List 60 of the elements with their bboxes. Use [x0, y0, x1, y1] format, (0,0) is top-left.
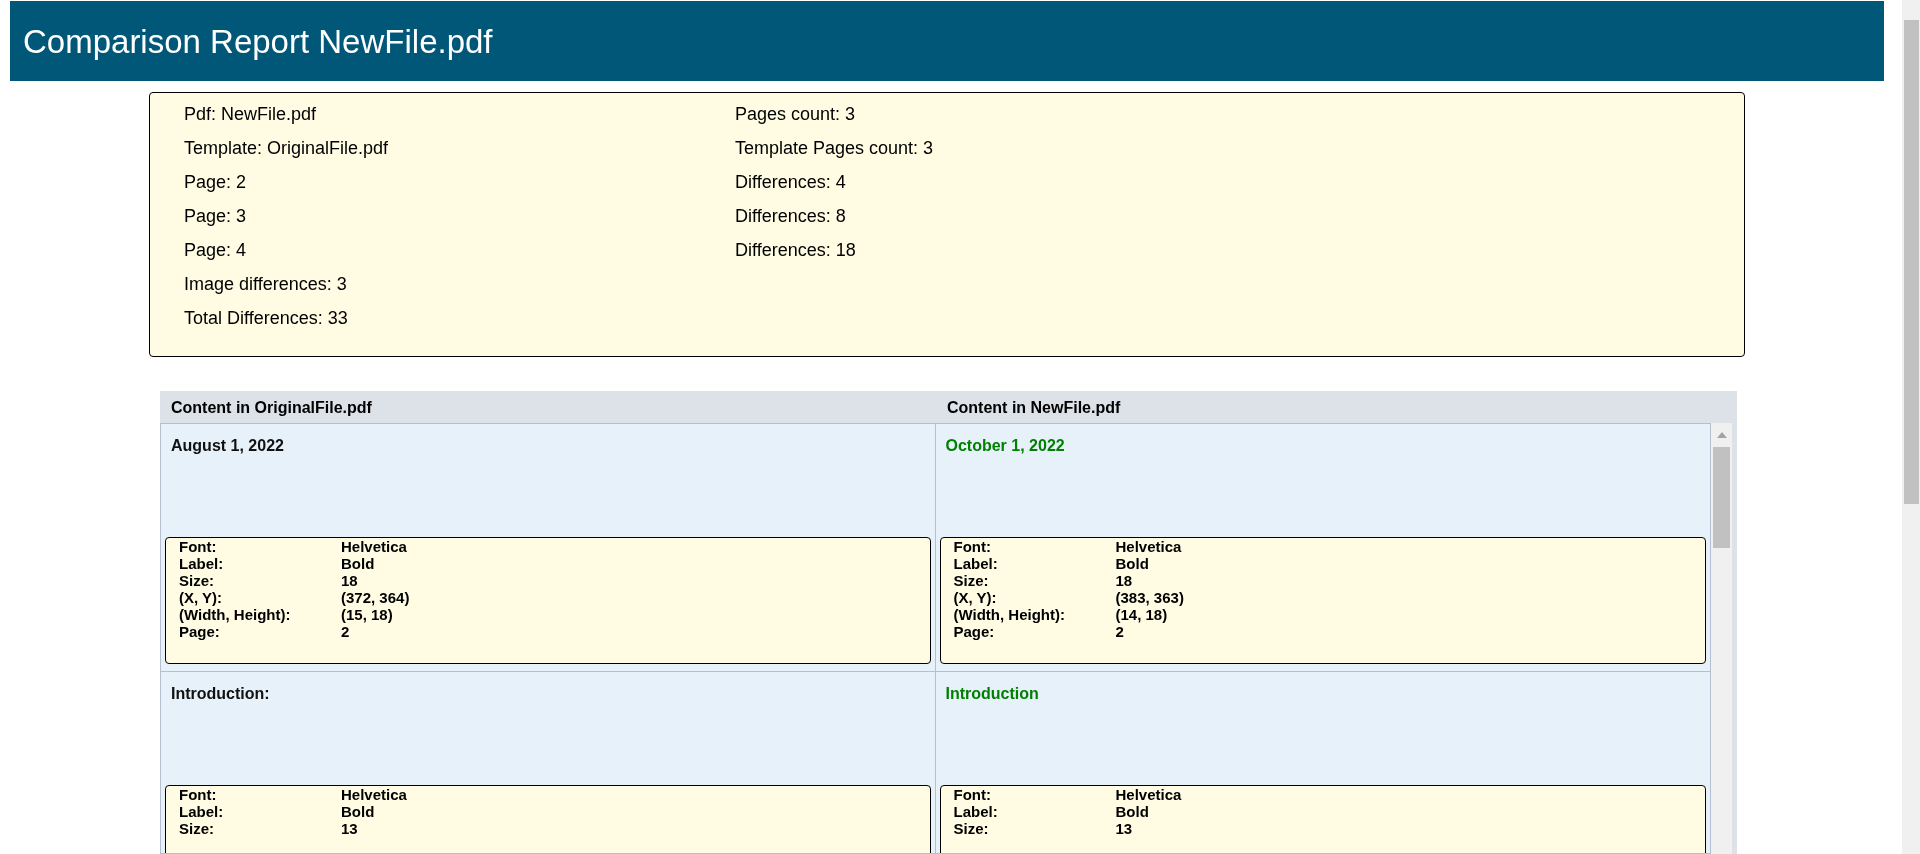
property-value: 18 — [341, 572, 358, 589]
column-header: Content in NewFile.pdf — [946, 398, 1121, 418]
property-label: (Width, Height): — [179, 606, 292, 623]
content-text: Introduction — [944, 684, 1040, 704]
summary-text: Template: OriginalFile.pdf — [184, 137, 390, 160]
summary-text: Differences: 18 — [735, 239, 857, 262]
property-value: Bold — [341, 555, 375, 572]
property-value: Bold — [1115, 555, 1149, 572]
property-label: Size: — [953, 820, 990, 837]
property-label: Label: — [953, 803, 999, 820]
summary-text: Pdf: NewFile.pdf — [184, 103, 318, 126]
property-label: Font: — [953, 538, 992, 555]
scrollbar-thumb[interactable] — [1903, 20, 1919, 504]
property-label: Label: — [953, 555, 999, 572]
content-text: Introduction: — [170, 684, 271, 704]
summary-text: Image differences: 3 — [184, 273, 348, 296]
report-title: Comparison Report NewFile.pdf — [23, 24, 493, 58]
property-value: 13 — [1115, 820, 1133, 837]
property-label: Font: — [179, 786, 218, 803]
property-value: Helvetica — [341, 538, 407, 555]
property-label: Label: — [179, 555, 225, 572]
property-value: (372, 364) — [341, 589, 410, 606]
property-label: Page: — [179, 623, 221, 640]
property-value: 2 — [341, 623, 350, 640]
property-value: 2 — [1115, 623, 1124, 640]
property-label: Page: — [953, 623, 996, 640]
property-label: Font: — [179, 538, 218, 555]
property-label: Size: — [953, 572, 990, 589]
scroll-up-icon[interactable] — [1716, 432, 1727, 438]
property-label: Label: — [179, 803, 225, 820]
property-label: (X, Y): — [179, 589, 224, 606]
summary-text: Total Differences: 33 — [184, 307, 349, 330]
property-value: Helvetica — [1115, 786, 1182, 803]
property-value: Bold — [341, 803, 375, 820]
column-header: Content in OriginalFile.pdf — [170, 398, 373, 418]
summary-text: Page: 3 — [184, 205, 248, 228]
content-text: August 1, 2022 — [170, 436, 285, 456]
page-scrollbar[interactable] — [1902, 0, 1920, 854]
property-label: Size: — [179, 572, 215, 589]
property-label: Size: — [179, 820, 215, 837]
summary-text: Page: 2 — [184, 171, 248, 194]
content-text: October 1, 2022 — [944, 436, 1066, 456]
summary-text: Page: 4 — [184, 239, 248, 262]
property-value: 13 — [341, 820, 358, 837]
scrollbar[interactable] — [1711, 423, 1732, 854]
summary-text: Differences: 8 — [735, 205, 847, 228]
property-label: Font: — [953, 786, 992, 803]
summary-text: Template Pages count: 3 — [735, 137, 934, 160]
property-value: Helvetica — [341, 786, 407, 803]
property-label: (Width, Height): — [953, 606, 1066, 623]
summary-text: Pages count: 3 — [735, 103, 857, 126]
summary-text: Differences: 4 — [735, 171, 847, 194]
property-label: (X, Y): — [953, 589, 998, 606]
property-value: (14, 18) — [1115, 606, 1168, 623]
property-value: Bold — [1115, 803, 1149, 820]
property-value: (15, 18) — [341, 606, 393, 623]
property-value: 18 — [1115, 572, 1133, 589]
property-value: (383, 363) — [1115, 589, 1184, 606]
property-value: Helvetica — [1115, 538, 1182, 555]
scrollbar-thumb[interactable] — [1713, 447, 1730, 548]
